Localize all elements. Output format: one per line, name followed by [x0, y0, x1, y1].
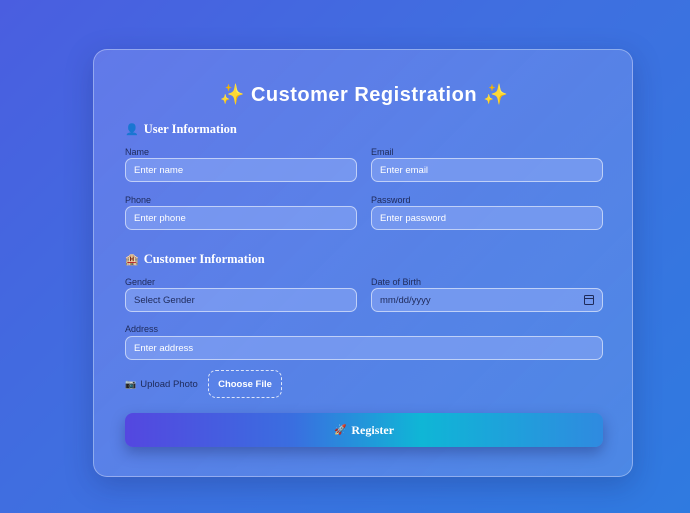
registration-card: ✨ Customer Registration ✨ 👤 User Informat… [93, 49, 633, 477]
form-title-row: ✨ Customer Registration ✨ [94, 82, 634, 107]
password-input[interactable]: Enter password [371, 206, 603, 230]
upload-photo-label-row: 📷 Upload Photo [125, 379, 198, 390]
upload-photo-label: Upload Photo [140, 379, 198, 390]
section-user-information: 👤 User Information [125, 122, 237, 137]
phone-input[interactable]: Enter phone [125, 206, 357, 230]
form-title: Customer Registration [250, 84, 478, 106]
section-customer-information: 🏨 Customer Information [125, 252, 265, 267]
email-label: Email [371, 147, 394, 157]
name-label: Name [125, 147, 150, 157]
section-heading: Customer Information [143, 252, 265, 266]
dob-placeholder: mm/dd/yyyy [380, 294, 431, 306]
register-button[interactable]: 🚀 Register [125, 413, 603, 447]
password-label: Password [371, 195, 411, 205]
gender-label: Gender [125, 277, 156, 287]
phone-label: Phone [125, 195, 152, 205]
dob-input[interactable]: mm/dd/yyyy [371, 288, 603, 312]
gender-select[interactable]: Select Gender [125, 288, 357, 312]
address-input[interactable]: Enter address [125, 336, 603, 360]
name-input[interactable]: Enter name [125, 158, 357, 182]
rocket-icon: 🚀 [333, 424, 347, 436]
sparkles-icon: ✨ [483, 84, 509, 106]
address-label: Address [125, 324, 159, 334]
camera-icon: 📷 [125, 379, 137, 389]
calendar-icon[interactable] [584, 295, 594, 305]
choose-file-button[interactable]: Choose File [208, 370, 282, 398]
dob-label: Date of Birth [371, 277, 422, 287]
building-icon: 🏨 [125, 253, 139, 266]
email-input[interactable]: Enter email [371, 158, 603, 182]
register-label: Register [351, 422, 395, 437]
user-icon: 👤 [125, 123, 139, 136]
section-heading: User Information [143, 122, 237, 136]
sparkles-icon: ✨ [219, 84, 245, 106]
